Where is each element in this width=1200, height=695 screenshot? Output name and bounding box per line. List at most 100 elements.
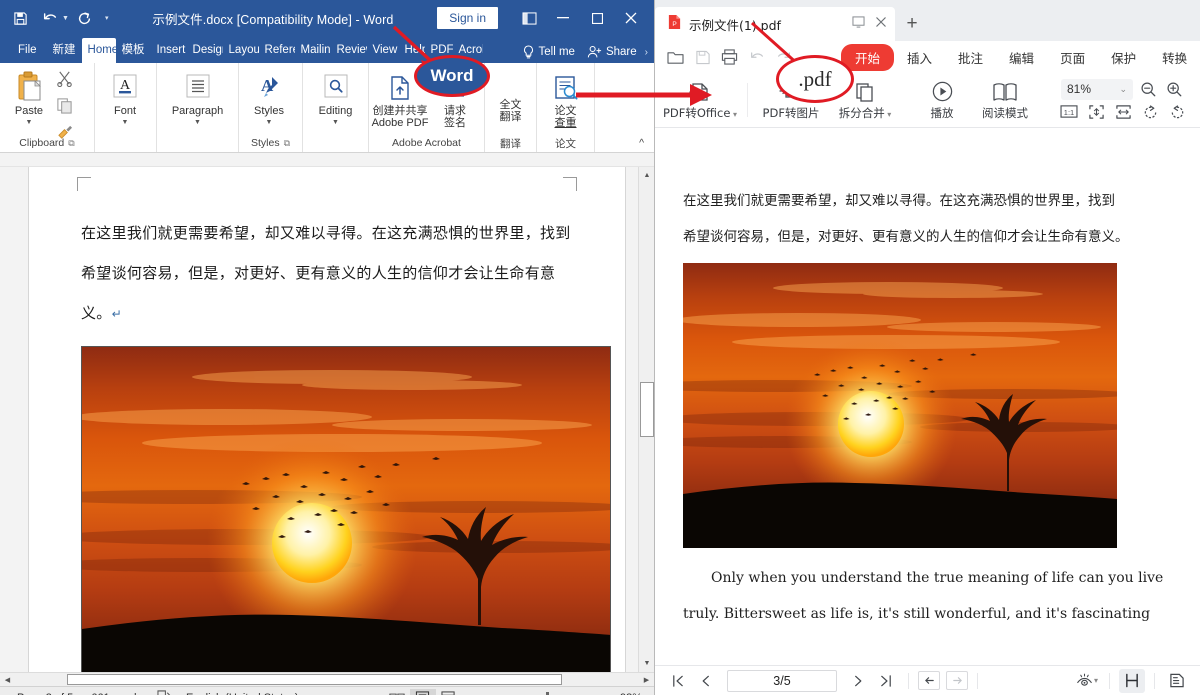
pdf-viewer[interactable]: 在这里我们就更需要希望，却又难以寻得。在这充满恐惧的世界里，找到 希望谈何容易，… bbox=[655, 128, 1200, 665]
rotate-left-icon[interactable] bbox=[1139, 102, 1161, 122]
first-page-icon[interactable] bbox=[665, 669, 691, 693]
undo-icon[interactable] bbox=[36, 5, 64, 31]
print-layout-button[interactable] bbox=[410, 689, 436, 695]
menu-item-insert[interactable]: 插入 bbox=[894, 44, 945, 71]
menu-item-protect[interactable]: 保护 bbox=[1098, 44, 1149, 71]
zoom-in-button[interactable]: + bbox=[587, 691, 611, 695]
single-page-layout-icon[interactable] bbox=[1119, 669, 1145, 693]
tab-new[interactable]: 新建 bbox=[47, 38, 82, 63]
tab-home[interactable]: Home bbox=[82, 38, 116, 63]
maximize-button[interactable] bbox=[580, 4, 614, 32]
tab-design[interactable]: Design bbox=[187, 38, 223, 63]
ribbon-display-options-icon[interactable] bbox=[512, 4, 546, 32]
save-icon[interactable] bbox=[690, 44, 715, 70]
undo-icon[interactable] bbox=[744, 44, 769, 70]
save-icon[interactable] bbox=[6, 5, 34, 31]
next-page-icon[interactable] bbox=[845, 669, 871, 693]
chevron-down-icon-zoom[interactable]: ⌄ bbox=[1119, 84, 1127, 95]
tab-review[interactable]: Review bbox=[331, 38, 367, 63]
rotate-right-icon[interactable] bbox=[1166, 102, 1188, 122]
pdf-to-office-button[interactable]: PDF转Office ▾ bbox=[659, 74, 741, 126]
styles-button[interactable]: A Styles ▼ bbox=[241, 66, 297, 129]
word-page[interactable]: 在这里我们就更需要希望，却又难以寻得。在这充满恐惧的世界里，找到 希望谈何容易，… bbox=[29, 167, 625, 672]
restore-tab-icon[interactable] bbox=[852, 15, 865, 33]
prev-page-icon[interactable] bbox=[693, 669, 719, 693]
eye-protection-icon[interactable]: ▾ bbox=[1074, 669, 1100, 693]
play-button[interactable]: 播放 bbox=[914, 74, 970, 126]
actual-size-icon[interactable]: 1:1 bbox=[1058, 102, 1080, 122]
previous-view-icon[interactable] bbox=[918, 671, 940, 690]
full-text-translate-button[interactable]: 全文翻译 bbox=[487, 66, 534, 125]
tab-view[interactable]: View bbox=[367, 38, 399, 63]
word-sunset-image[interactable] bbox=[81, 346, 611, 672]
styles-dialog-launcher-icon[interactable]: ⧉ bbox=[284, 138, 290, 149]
menu-item-convert[interactable]: 转换 bbox=[1149, 44, 1200, 71]
close-button[interactable] bbox=[614, 4, 648, 32]
editing-button[interactable]: Editing ▼ bbox=[305, 66, 366, 129]
ribbon-collapse-button[interactable]: ^ bbox=[597, 134, 652, 152]
last-page-icon[interactable] bbox=[873, 669, 899, 693]
horizontal-scroll-thumb[interactable] bbox=[67, 674, 562, 685]
pdf-tab[interactable]: P 示例文件(1).pdf bbox=[655, 7, 895, 41]
word-horizontal-scrollbar[interactable]: ◀ ▶ bbox=[0, 672, 654, 686]
redo-icon[interactable] bbox=[71, 5, 99, 31]
font-button[interactable]: A Font ▼ bbox=[97, 66, 153, 129]
fit-width-icon[interactable] bbox=[1112, 102, 1134, 122]
editing-dropdown-icon[interactable]: ▼ bbox=[332, 119, 339, 127]
tabs-overflow-icon[interactable]: › bbox=[643, 47, 650, 58]
fit-page-icon[interactable] bbox=[1085, 102, 1107, 122]
scroll-right-button[interactable]: ▶ bbox=[639, 673, 654, 686]
pdf-sunset-image[interactable] bbox=[683, 263, 1117, 548]
zoom-select[interactable]: 81% ⌄ bbox=[1061, 79, 1133, 100]
vertical-scroll-thumb[interactable] bbox=[640, 382, 654, 437]
tell-me-button[interactable]: Tell me bbox=[516, 41, 581, 63]
close-tab-icon[interactable] bbox=[875, 15, 887, 33]
tab-references[interactable]: References bbox=[259, 38, 295, 63]
read-mode-button[interactable] bbox=[384, 689, 410, 695]
next-view-icon[interactable] bbox=[946, 671, 968, 690]
page-number-input[interactable]: 3/5 bbox=[727, 670, 837, 692]
continuous-scroll-icon[interactable] bbox=[1164, 669, 1190, 693]
clipboard-dialog-launcher-icon[interactable]: ⧉ bbox=[68, 138, 74, 149]
menu-item-page[interactable]: 页面 bbox=[1047, 44, 1098, 71]
menu-item-annotate[interactable]: 批注 bbox=[945, 44, 996, 71]
zoom-knob[interactable] bbox=[546, 692, 549, 695]
tab-file[interactable]: File bbox=[8, 38, 47, 63]
chevron-down-icon-eye[interactable]: ▾ bbox=[1094, 676, 1098, 685]
menu-item-edit[interactable]: 编辑 bbox=[996, 44, 1047, 71]
styles-dropdown-icon[interactable]: ▼ bbox=[266, 119, 273, 127]
undo-dropdown-icon[interactable]: ▼ bbox=[62, 15, 69, 22]
cut-icon[interactable] bbox=[56, 70, 73, 92]
scroll-left-button[interactable]: ◀ bbox=[0, 673, 15, 686]
minimize-button[interactable] bbox=[546, 4, 580, 32]
scroll-down-button[interactable]: ▼ bbox=[639, 655, 654, 672]
tab-insert[interactable]: Insert bbox=[151, 38, 187, 63]
scroll-up-button[interactable]: ▲ bbox=[639, 167, 654, 184]
paste-button[interactable]: Paste ▼ bbox=[2, 66, 56, 129]
zoom-in-icon[interactable] bbox=[1163, 79, 1185, 99]
paste-dropdown-icon[interactable]: ▼ bbox=[26, 119, 33, 127]
tab-layout[interactable]: Layout bbox=[223, 38, 259, 63]
hscroll-track[interactable] bbox=[15, 673, 639, 686]
share-button[interactable]: Share bbox=[581, 41, 643, 63]
paragraph-dropdown-icon[interactable]: ▼ bbox=[194, 119, 201, 127]
paragraph-button[interactable]: Paragraph ▼ bbox=[159, 66, 236, 129]
zoom-slider[interactable]: − + bbox=[466, 691, 611, 695]
word-ruler[interactable] bbox=[0, 153, 654, 167]
read-mode-button[interactable]: 阅读模式 bbox=[970, 74, 1040, 126]
new-tab-button[interactable]: + bbox=[895, 7, 929, 41]
sign-in-button[interactable]: Sign in bbox=[437, 7, 498, 29]
zoom-out-button[interactable]: − bbox=[466, 691, 490, 695]
word-vertical-scrollbar[interactable]: ▲ ▼ bbox=[638, 167, 654, 672]
tab-template[interactable]: 模板 bbox=[116, 38, 151, 63]
font-dropdown-icon[interactable]: ▼ bbox=[122, 119, 129, 127]
print-icon[interactable] bbox=[717, 44, 742, 70]
chevron-down-icon-2[interactable]: ▾ bbox=[885, 110, 892, 119]
word-document-area[interactable]: 在这里我们就更需要希望，却又难以寻得。在这充满恐惧的世界里，找到 希望谈何容易，… bbox=[0, 167, 654, 672]
zoom-out-icon[interactable] bbox=[1137, 79, 1159, 99]
open-file-icon[interactable] bbox=[663, 44, 688, 70]
copy-icon[interactable] bbox=[56, 97, 73, 119]
proofing-errors-icon[interactable] bbox=[151, 690, 177, 695]
tab-mailings[interactable]: Mailings bbox=[295, 38, 331, 63]
plagiarism-check-button[interactable]: 论文查重 bbox=[539, 66, 592, 131]
